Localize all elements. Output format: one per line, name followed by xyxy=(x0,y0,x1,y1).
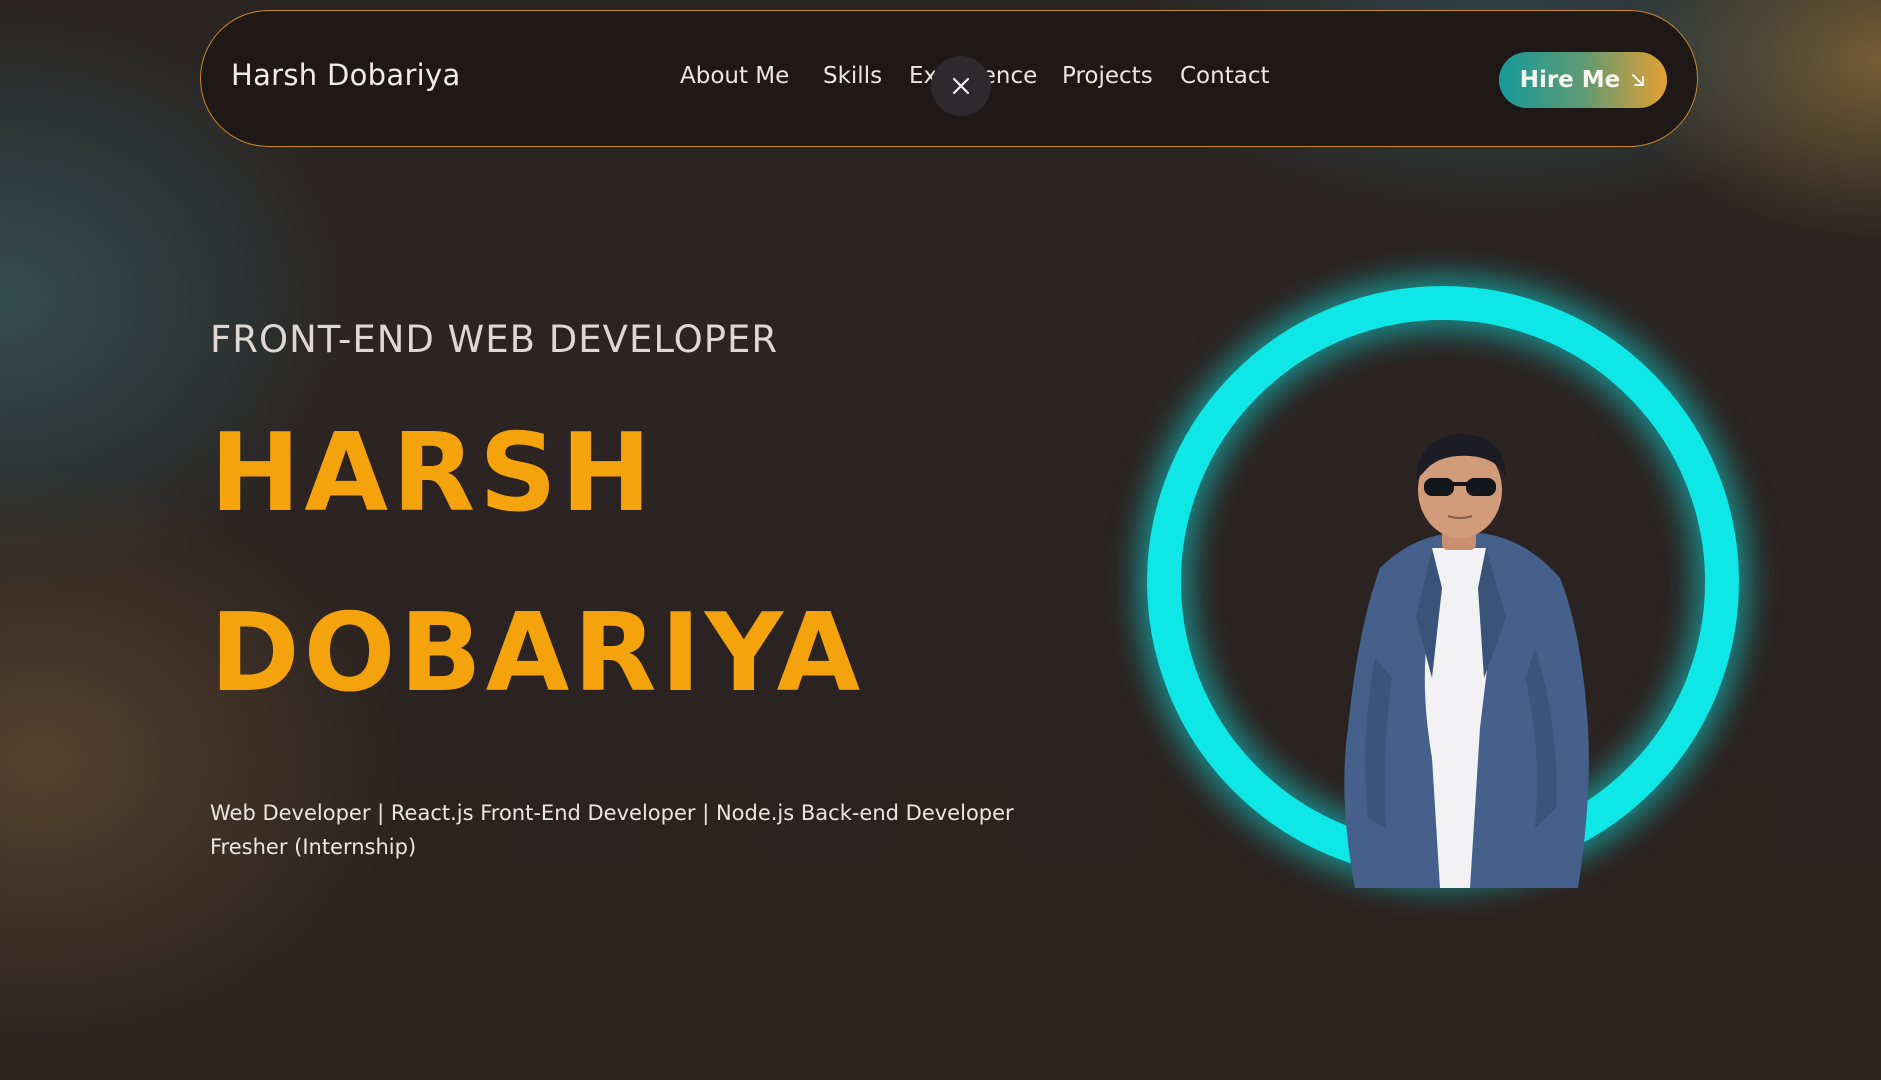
brand-name[interactable]: Harsh Dobariya xyxy=(231,58,461,92)
hero-last-name: DOBARIYA xyxy=(210,591,865,716)
hero-tagline: Web Developer | React.js Front-End Devel… xyxy=(210,796,1014,864)
close-button[interactable] xyxy=(931,56,991,116)
nav-link-skills[interactable]: Skills xyxy=(823,63,882,89)
tagline-line-1: Web Developer | React.js Front-End Devel… xyxy=(210,801,1014,825)
nav-link-contact[interactable]: Contact xyxy=(1180,63,1269,89)
hire-me-label: Hire Me xyxy=(1519,67,1621,93)
arrow-down-right-icon xyxy=(1632,74,1645,86)
profile-photo xyxy=(1344,434,1589,888)
hire-me-button[interactable]: Hire Me xyxy=(1499,52,1667,108)
hero-first-name: HARSH xyxy=(210,411,656,536)
nav-link-projects[interactable]: Projects xyxy=(1062,63,1153,89)
nav-link-about-me[interactable]: About Me xyxy=(680,63,789,89)
navbar: Harsh Dobariya About Me Skills Experienc… xyxy=(200,10,1698,147)
hero-subtitle: FRONT-END WEB DEVELOPER xyxy=(210,318,779,361)
close-icon xyxy=(952,77,970,95)
tagline-line-2: Fresher (Internship) xyxy=(210,835,417,859)
